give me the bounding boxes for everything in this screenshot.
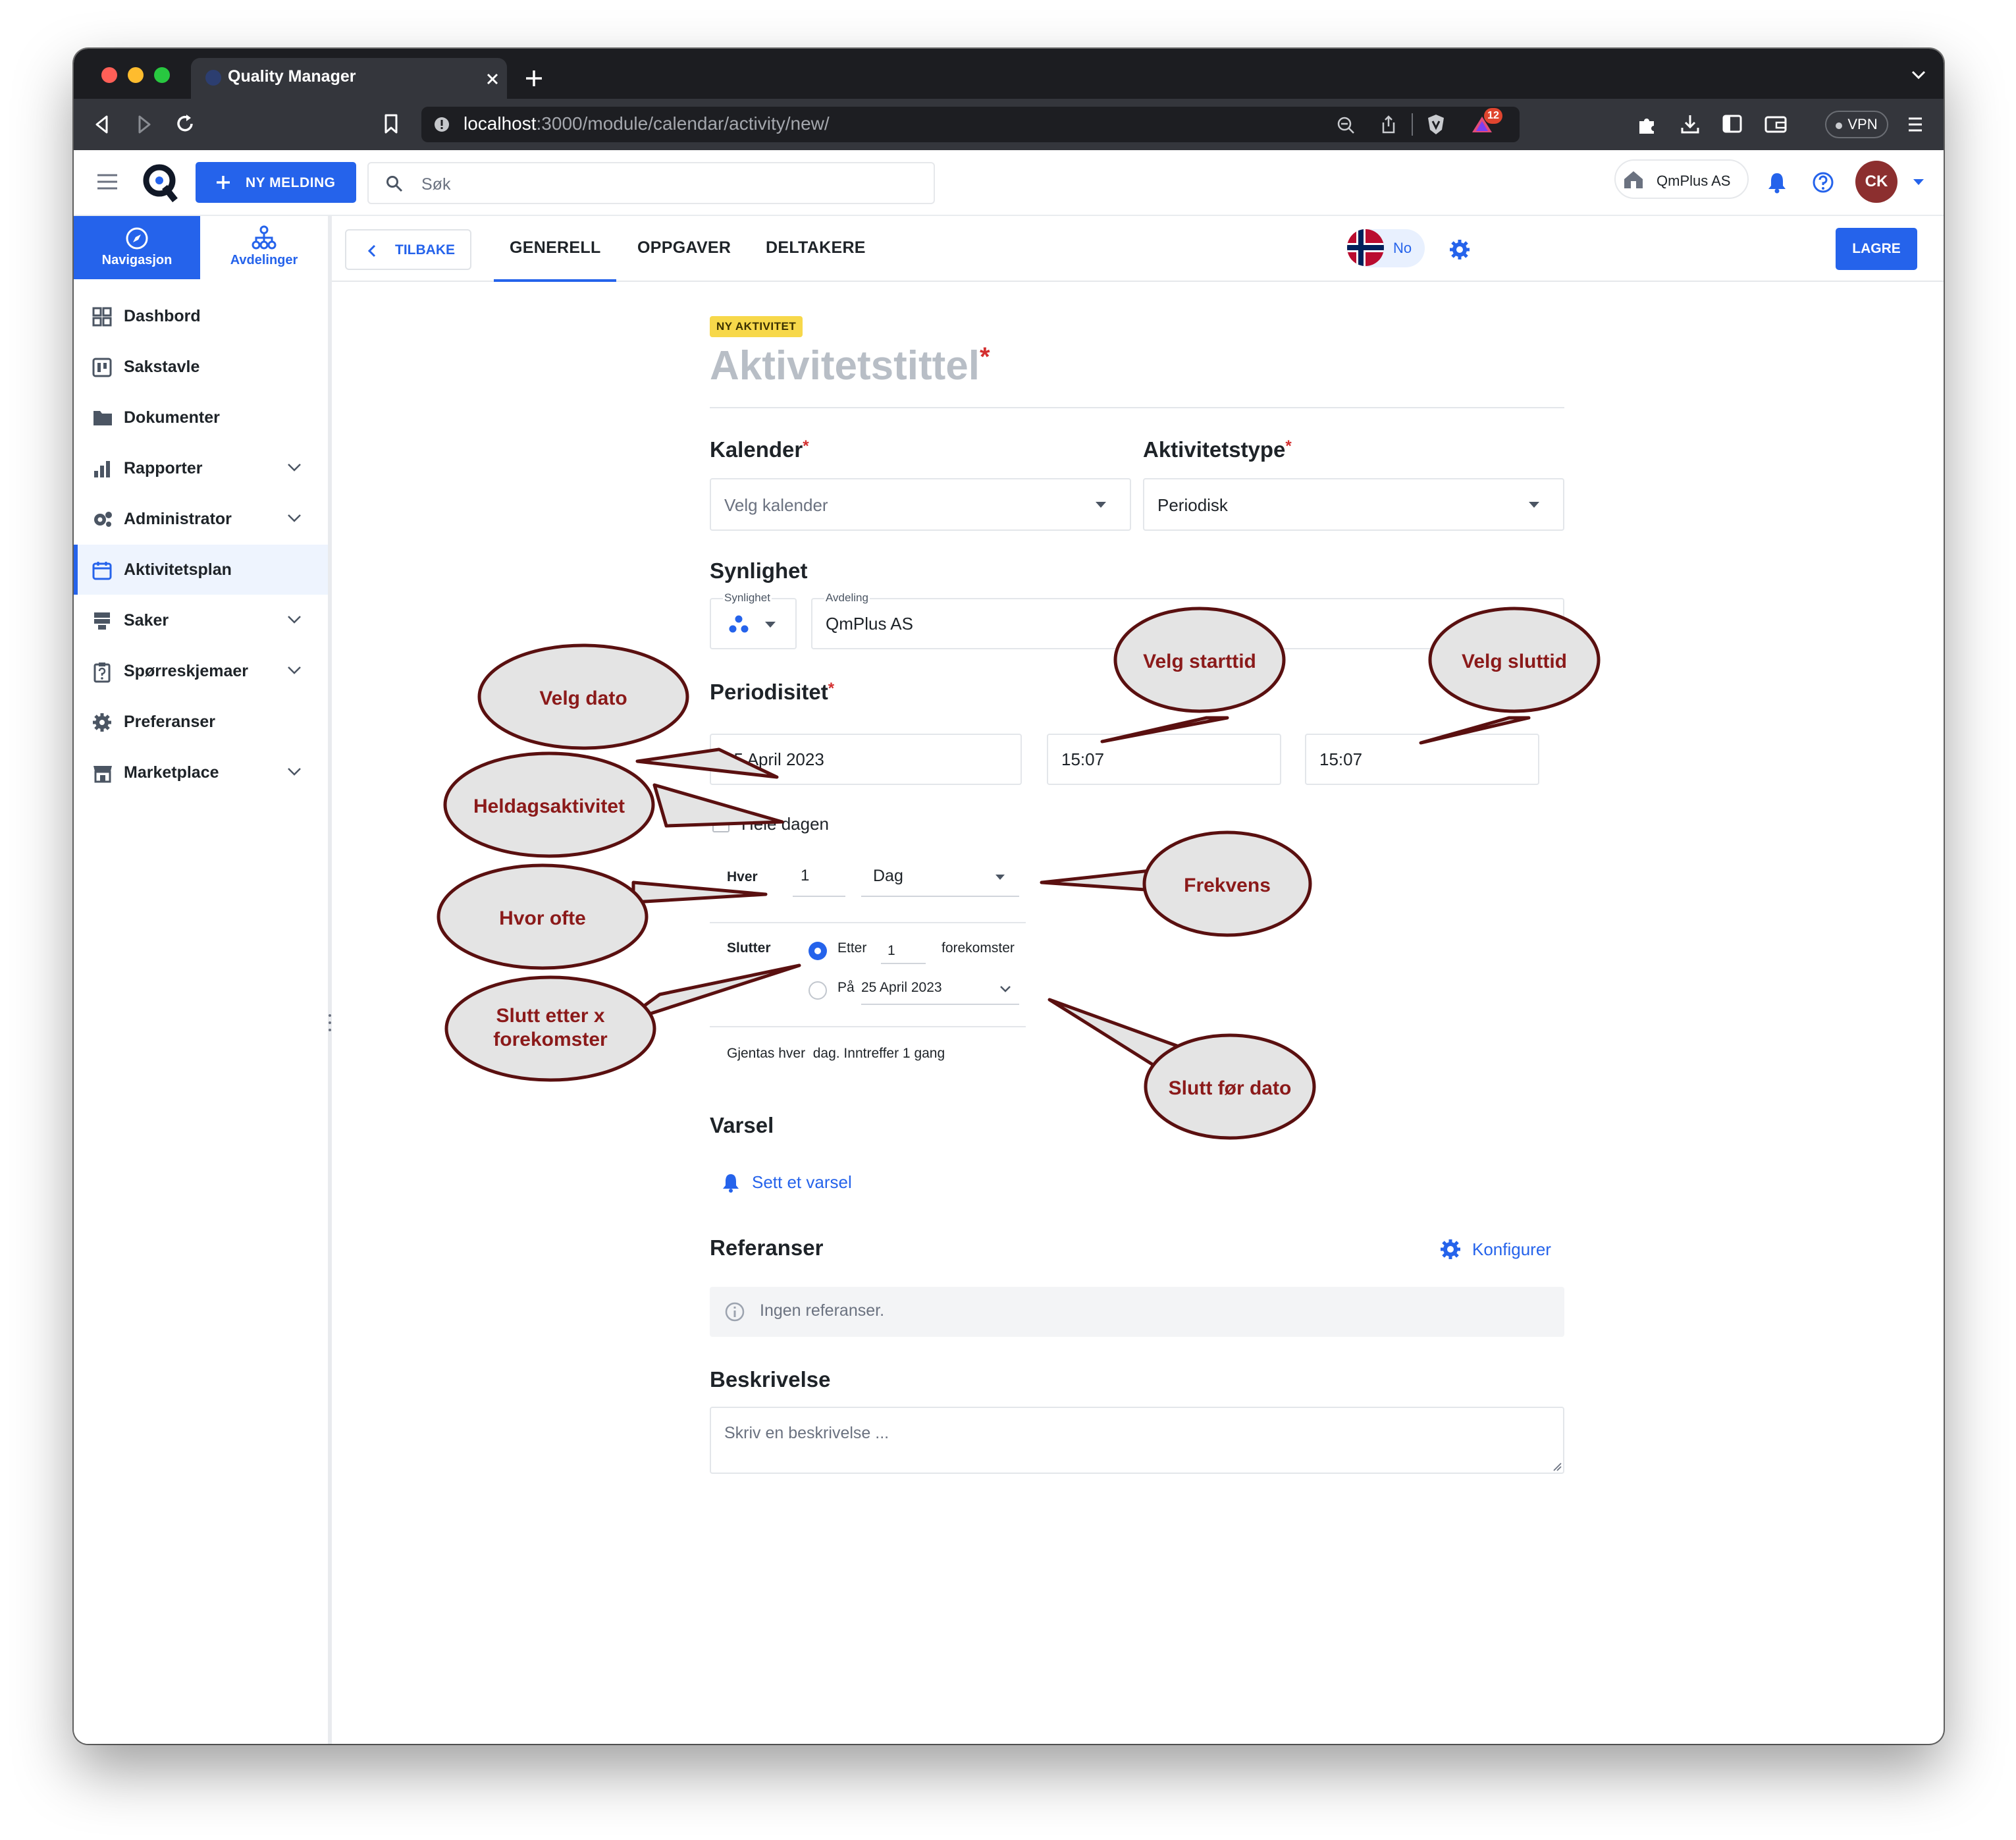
callout-slutt-for-dato-text: Slutt før dato [1169, 1077, 1292, 1099]
callout-velg-dato-tail [635, 747, 779, 779]
callout-velg-sluttid-text: Velg sluttid [1462, 651, 1567, 672]
callout-hvor-ofte-tail [631, 880, 768, 904]
callout-slutt-etter-text-2: forekomster [493, 1029, 608, 1050]
callout-frekvens-text: Frekvens [1184, 875, 1271, 896]
callout-slutt-etter-text-1: Slutt etter x [496, 1005, 604, 1027]
callout-heldag-text: Heldagsaktivitet [473, 796, 625, 817]
browser-window: Quality Manager localhost:3000/module/ca… [74, 49, 1944, 1744]
callout-velg-starttid-tail [1100, 716, 1229, 744]
annotation-callouts: Velg dato Velg starttid Velg sluttid Hel… [437, 607, 1601, 1140]
callout-velg-dato-text: Velg dato [539, 688, 627, 709]
callout-velg-starttid-text: Velg starttid [1143, 651, 1256, 672]
callout-hvor-ofte-text: Hvor ofte [499, 907, 586, 929]
callout-velg-sluttid-tail [1419, 716, 1531, 745]
callout-heldag-tail [652, 783, 784, 828]
